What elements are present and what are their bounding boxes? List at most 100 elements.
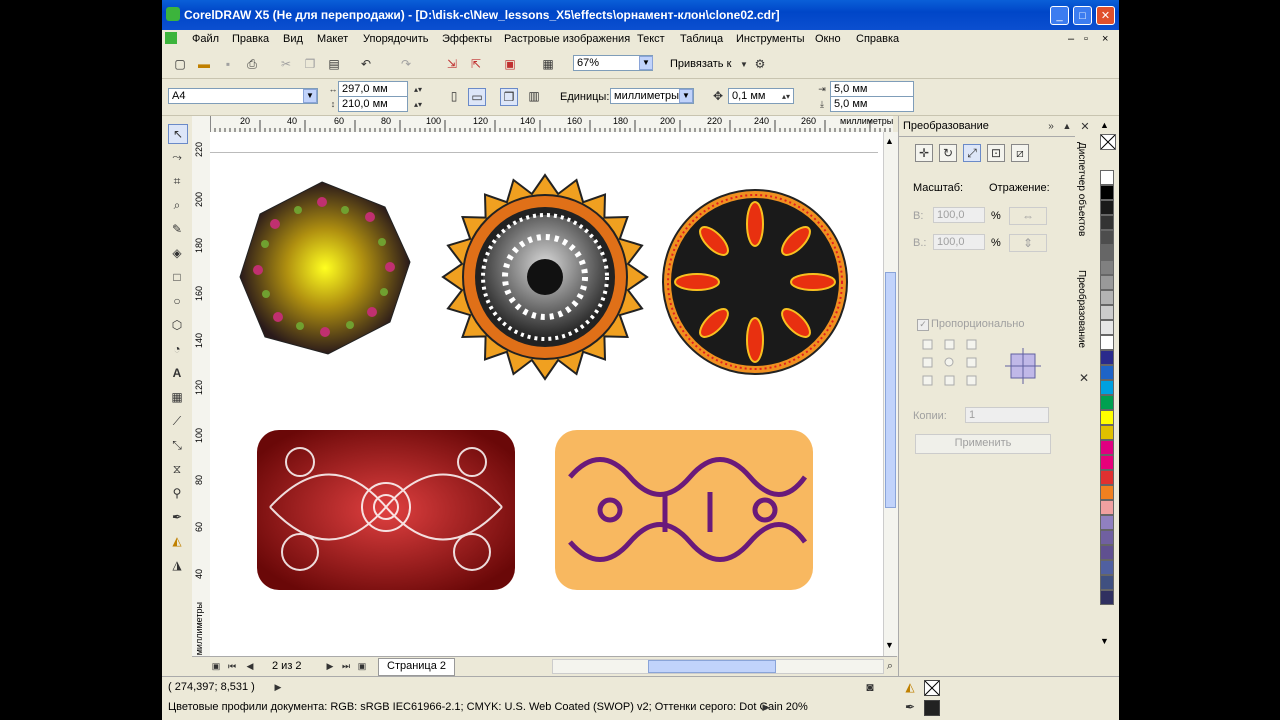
zoom-fit-icon[interactable]: ⌕ [882,658,898,674]
mirror-h-button[interactable]: ⇔ [1009,207,1047,225]
menu-text[interactable]: Текст [637,33,665,45]
fill-tool-icon[interactable]: ◭ [168,532,186,550]
all-pages-icon[interactable]: ❐ [500,88,518,106]
menu-arrange[interactable]: Упорядочить [363,33,428,45]
color-swatch[interactable] [1100,305,1114,320]
rotate-tab-icon[interactable]: ↻ [939,144,957,162]
color-swatch[interactable] [1100,365,1114,380]
new-icon[interactable]: ▢ [172,56,188,72]
add-page-before-icon[interactable]: ▣ [208,658,224,674]
color-swatch[interactable] [1100,590,1114,605]
welcome-icon[interactable]: ▦ [540,56,556,72]
page-size-select[interactable]: A4 [168,88,318,104]
interactive-fill-icon[interactable]: ◮ [168,556,186,574]
width-spin-icon[interactable]: ▴▾ [410,81,426,97]
prev-page-icon[interactable]: ◀ [242,658,258,674]
scroll-down-icon[interactable]: ▼ [885,640,894,650]
docker-minimize-icon[interactable]: ▲ [1059,118,1075,134]
shape-tool-icon[interactable]: ⤳ [168,148,186,166]
height-spin-icon[interactable]: ▴▾ [410,96,426,112]
color-swatch[interactable] [1100,515,1114,530]
size-tab-icon[interactable]: ⊡ [987,144,1005,162]
snap-status-icon[interactable]: ◙ [862,679,878,695]
color-swatch[interactable] [1100,230,1114,245]
portrait-icon[interactable]: ▯ [446,88,462,104]
text-tool-icon[interactable]: A [168,364,186,382]
octagon-ornament[interactable] [239,181,411,355]
rectangle-tool-icon[interactable]: □ [168,268,186,286]
launcher-icon[interactable]: ▣ [502,56,518,72]
color-swatch[interactable] [1100,530,1114,545]
first-page-icon[interactable]: ⏮ [224,658,240,674]
fill-swatch-none[interactable] [924,680,940,696]
freehand-tool-icon[interactable]: ✎ [168,220,186,238]
palette-down-icon[interactable]: ▼ [1100,636,1109,646]
page-tab[interactable]: Страница 2 [378,658,456,676]
scale-tab-icon[interactable]: ⤢ [963,144,981,162]
scale-v-field[interactable]: 100,0 [933,234,985,250]
mdi-minimize-button[interactable]: – [1068,33,1074,45]
app-icon[interactable] [166,7,180,21]
outline-swatch[interactable] [924,700,940,716]
menu-tools[interactable]: Инструменты [736,33,805,45]
menu-layout[interactable]: Макет [317,33,348,45]
scroll-up-icon[interactable]: ▲ [885,136,894,146]
paste-icon[interactable]: ▤ [326,56,342,72]
menu-help[interactable]: Справка [856,33,899,45]
color-swatch[interactable] [1100,560,1114,575]
drawing-canvas[interactable] [210,132,883,656]
ellipse-tool-icon[interactable]: ○ [168,292,186,310]
crop-tool-icon[interactable]: ⌗ [168,172,186,190]
horizontal-ruler[interactable]: 20 40 60 80 100 120 140 160 180 200 220 … [210,116,893,133]
maximize-button[interactable]: □ [1073,6,1092,25]
menu-bitmaps[interactable]: Растровые изображения [504,33,630,45]
basic-shapes-icon[interactable]: ◔ [168,340,186,358]
smart-fill-icon[interactable]: ◈ [168,244,186,262]
snap-dropdown-icon[interactable]: ▼ [736,56,752,72]
redo-icon[interactable]: ↷ [398,56,414,72]
duplicate-x-field[interactable]: 5,0 мм [830,81,914,97]
next-page-icon[interactable]: ▶ [322,658,338,674]
zoom-tool-icon[interactable]: ⌕ [168,196,186,214]
palette-up-icon[interactable]: ▲ [1100,120,1109,130]
close-button[interactable]: ✕ [1096,6,1115,25]
landscape-icon[interactable]: ▭ [468,88,486,106]
snap-to-label[interactable]: Привязать к [670,58,731,70]
position-tab-icon[interactable]: ✛ [915,144,933,162]
color-swatch[interactable] [1100,350,1114,365]
horizontal-scrollbar[interactable] [552,659,884,674]
status-expand-icon[interactable]: ▶ [270,679,286,695]
menu-file[interactable]: Файл [192,33,219,45]
scale-h-field[interactable]: 100,0 [933,207,985,223]
color-swatch[interactable] [1100,320,1114,335]
copy-icon[interactable]: ❐ [302,56,318,72]
ruler-origin[interactable] [192,116,211,133]
page-width-field[interactable]: 297,0 мм [338,81,408,97]
apply-button[interactable]: Применить [915,434,1051,454]
color-swatch[interactable] [1100,395,1114,410]
color-swatch[interactable] [1100,545,1114,560]
color-profiles-text[interactable]: Цветовые профили документа: RGB: sRGB IE… [168,701,808,713]
print-icon[interactable]: ⎙ [244,56,260,72]
menu-effects[interactable]: Эффекты [442,33,492,45]
color-swatch[interactable] [1100,245,1114,260]
color-swatch[interactable] [1100,455,1114,470]
outline-tool-icon[interactable]: ✒ [168,508,186,526]
undo-icon[interactable]: ↶ [358,56,374,72]
zoom-dropdown[interactable]: ▼ [639,56,653,70]
color-swatch[interactable] [1100,200,1114,215]
color-swatch[interactable] [1100,470,1114,485]
vertical-scrollbar[interactable]: ▲ ▼ [883,132,898,656]
pick-tool-icon[interactable]: ↖ [168,124,188,144]
docker-tab-close-icon[interactable]: ✕ [1076,370,1092,386]
sun-ornament[interactable] [441,173,649,381]
copies-field[interactable]: 1 [965,407,1049,423]
vertical-ruler[interactable]: 220 200 180 160 140 120 100 80 60 40 мил… [192,132,211,656]
connector-tool-icon[interactable]: ⤡ [168,436,186,454]
anchor-grid[interactable] [921,338,991,388]
menu-view[interactable]: Вид [283,33,303,45]
options-icon[interactable]: ⚙ [752,56,768,72]
dimension-tool-icon[interactable]: ⟋ [168,412,186,430]
mirror-v-button[interactable]: ⇕ [1009,234,1047,252]
save-icon[interactable]: ▪ [220,56,236,72]
